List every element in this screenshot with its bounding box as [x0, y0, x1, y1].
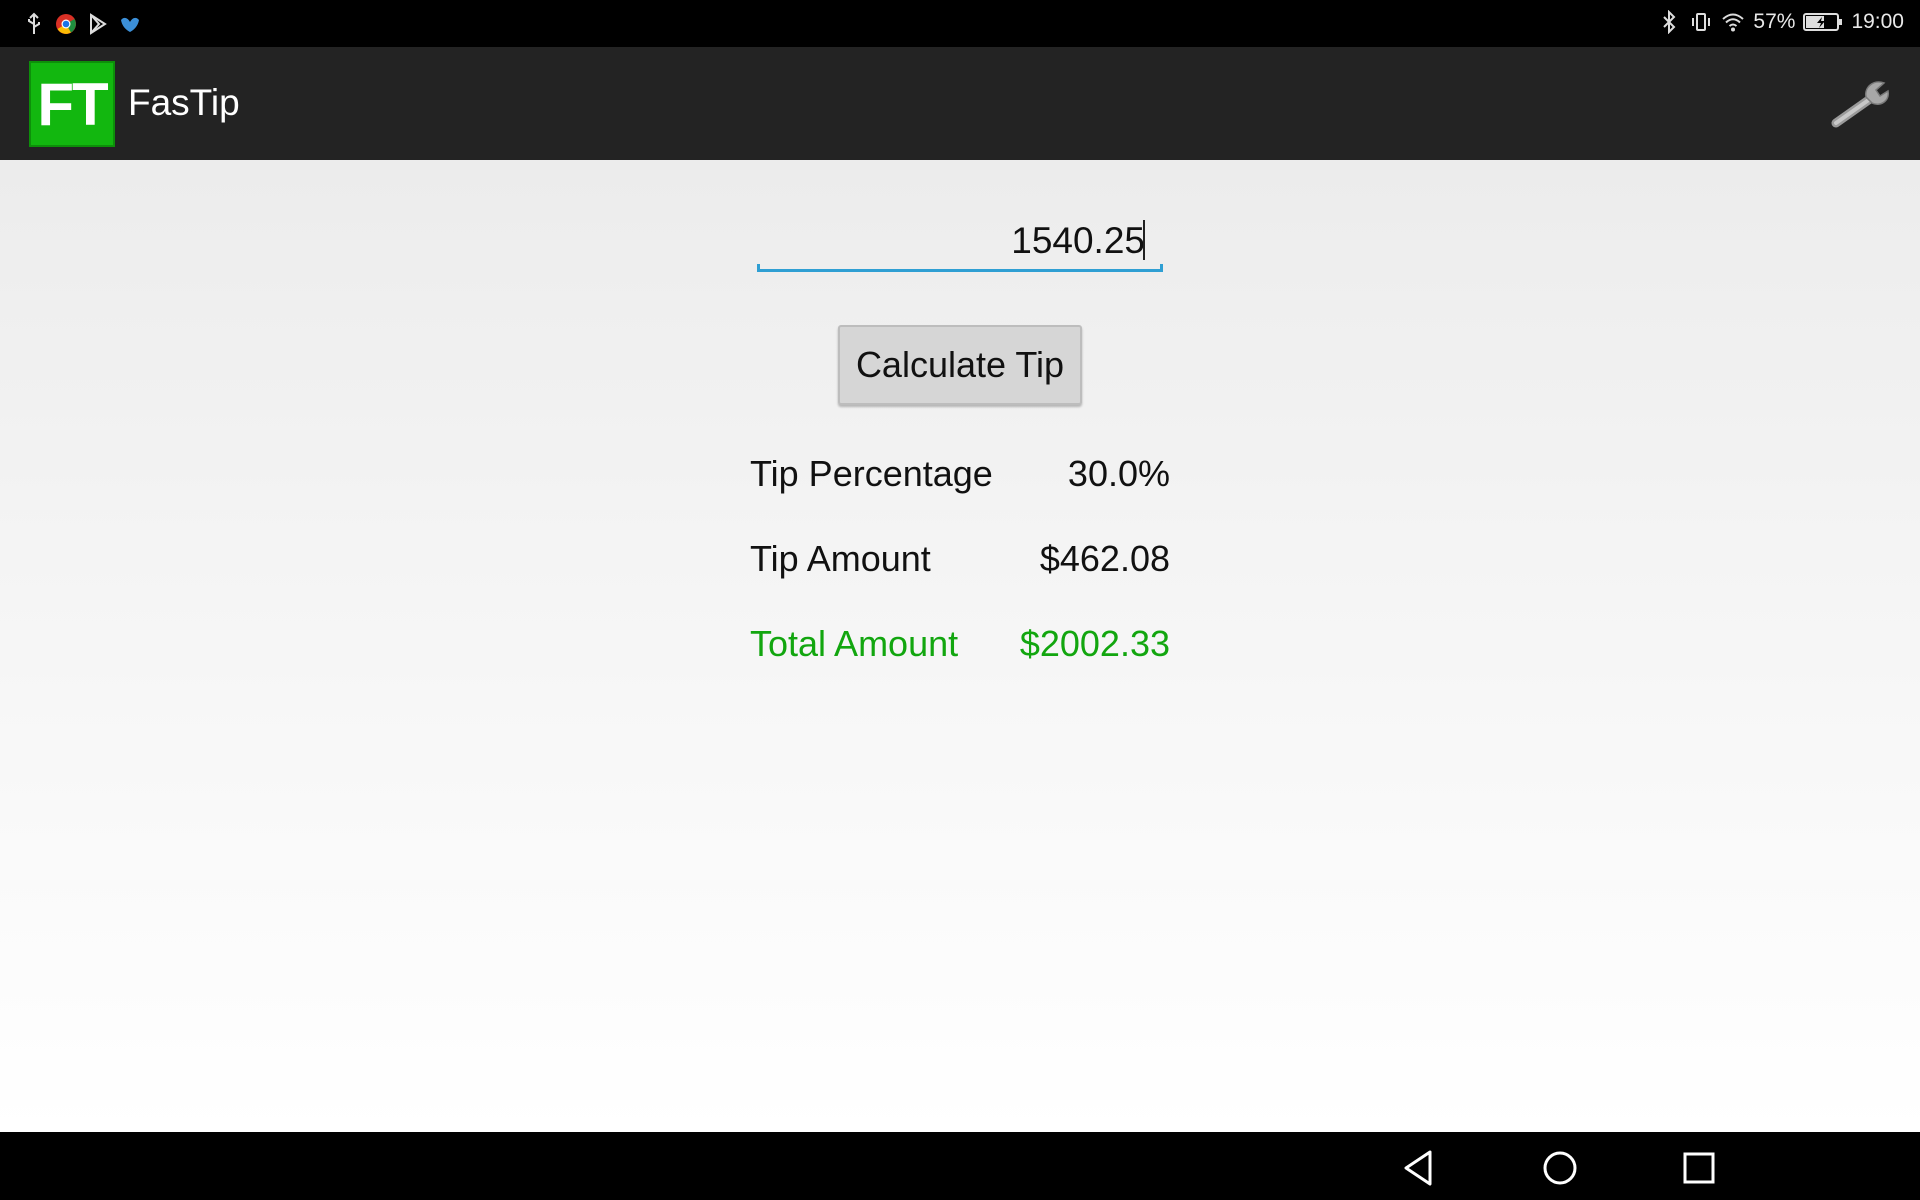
notification-icons	[22, 12, 142, 36]
wrench-icon	[1831, 81, 1889, 128]
chrome-icon	[56, 14, 76, 34]
wifi-icon	[1722, 13, 1745, 32]
bird-app-icon	[121, 17, 139, 32]
system-status: 57% 19:00	[1657, 10, 1904, 34]
tip-percentage-row: Tip Percentage 30.0%	[750, 453, 1170, 503]
input-underline	[757, 264, 1163, 272]
tip-percentage-label: Tip Percentage	[750, 453, 993, 494]
battery-percent: 57%	[1753, 10, 1796, 33]
clock: 19:00	[1851, 10, 1904, 33]
bluetooth-icon	[1663, 10, 1676, 34]
text-cursor	[1143, 220, 1145, 260]
play-store-icon	[90, 13, 107, 35]
back-icon[interactable]	[1398, 1146, 1442, 1190]
battery-charging-icon	[1803, 13, 1843, 31]
screen: 57% 19:00 FT FasTip 1540.25 Calculate Ti…	[0, 0, 1920, 1200]
settings-button[interactable]	[1830, 75, 1892, 131]
app-title: FasTip	[128, 82, 240, 123]
home-icon[interactable]	[1538, 1146, 1582, 1190]
total-amount-value: $2002.33	[1019, 623, 1170, 664]
tip-amount-label: Tip Amount	[750, 538, 931, 579]
usb-icon	[28, 12, 40, 34]
vibrate-icon	[1692, 13, 1711, 31]
tip-percentage-value: 30.0%	[1067, 453, 1170, 494]
calculate-tip-button[interactable]: Calculate Tip	[838, 325, 1082, 405]
app-logo: FT	[29, 61, 115, 147]
navigation-bar	[0, 1132, 1920, 1200]
recents-icon[interactable]	[1677, 1146, 1721, 1190]
tip-amount-row: Tip Amount $462.08	[750, 538, 1170, 588]
status-bar: 57% 19:00	[0, 0, 1920, 47]
action-bar: FT FasTip	[0, 47, 1920, 160]
bill-amount-input[interactable]: 1540.25	[757, 210, 1163, 272]
tip-amount-value: $462.08	[1039, 538, 1170, 579]
total-amount-label: Total Amount	[750, 623, 959, 664]
total-amount-row: Total Amount $2002.33	[750, 623, 1170, 673]
main-content: 1540.25 Calculate Tip Tip Percentage 30.…	[0, 160, 1920, 1132]
